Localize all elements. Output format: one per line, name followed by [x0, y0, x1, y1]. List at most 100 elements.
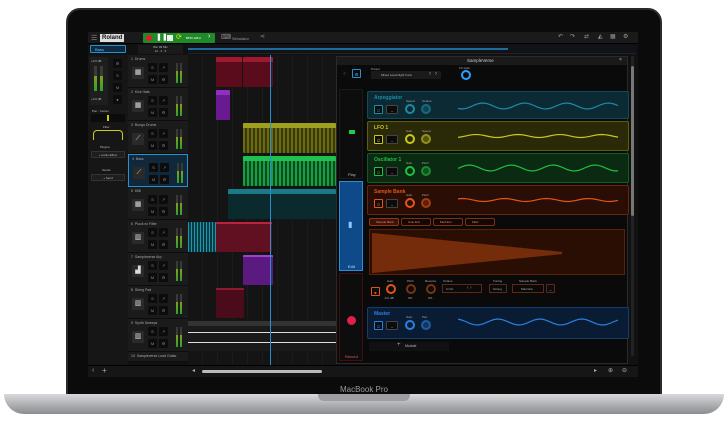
pitch-knob[interactable] [406, 284, 416, 294]
loop-region[interactable] [188, 48, 508, 50]
power-icon[interactable]: ⏻ [374, 199, 383, 208]
octave-stepper[interactable]: 0 Oct ‹ › [442, 284, 482, 293]
metronome-icon[interactable]: ◭ [598, 33, 603, 40]
chevron-down-icon[interactable]: ⌄ [386, 167, 398, 176]
filter-curve[interactable] [93, 130, 123, 140]
solo-button[interactable]: S [148, 195, 157, 204]
automation-icon[interactable]: ↗ [159, 96, 168, 105]
track-header[interactable]: 2 Kick Hats ▦ S ↗ M ⚙ [128, 88, 188, 121]
stop-icon[interactable]: ■ [371, 287, 380, 296]
knob-1[interactable] [405, 320, 415, 330]
sample-waveform[interactable] [369, 229, 625, 275]
knob-1[interactable] [405, 198, 415, 208]
solo-button[interactable]: S [148, 96, 157, 105]
chevron-down-icon[interactable]: ⌄ [386, 321, 398, 330]
settings-icon[interactable]: ⚙ [159, 207, 168, 216]
forward-button[interactable]: › [208, 33, 210, 40]
automation-icon[interactable]: ↗ [159, 327, 168, 336]
track-header[interactable]: 3 Bongo Drums ⟋ S ↗ M ⚙ [128, 121, 188, 154]
mute-button[interactable]: M [113, 83, 122, 92]
add-send-button[interactable]: + Send [91, 174, 125, 181]
menu-icon[interactable]: ☰ [91, 34, 97, 42]
knob-1[interactable] [405, 166, 415, 176]
track-header[interactable]: 9 Synth Sweeps ▥ S ↗ M ⚙ [128, 319, 188, 352]
clip-drums-2[interactable]: Drums 2 [243, 57, 273, 87]
track-header[interactable]: 5 808 ▦ S ↗ M ⚙ [128, 187, 188, 220]
chevron-down-icon[interactable]: ⌄ [386, 105, 398, 114]
stop-button[interactable] [167, 35, 173, 41]
record-tab[interactable]: Record [339, 273, 363, 361]
horizontal-scrollbar[interactable] [202, 370, 322, 373]
edit-tab[interactable]: ▮ Edit [339, 181, 363, 271]
solo-button[interactable]: S [148, 228, 157, 237]
mute-button[interactable]: M [148, 141, 157, 150]
sample-bank-selector[interactable]: Marimba [512, 284, 544, 293]
edit-track-button[interactable]: Bass [90, 45, 126, 53]
pan-slider[interactable] [91, 114, 125, 122]
solo-button[interactable]: S [148, 261, 157, 270]
add-audio-effect-button[interactable]: + Audio Effect [91, 151, 125, 158]
gain-knob[interactable] [386, 284, 396, 294]
mute-button[interactable]: M [148, 273, 157, 282]
close-icon[interactable]: × [619, 57, 622, 63]
automation-icon[interactable]: ↗ [159, 129, 168, 138]
collapse-icon[interactable]: ‹ [92, 367, 94, 374]
power-icon[interactable]: ⏻ [374, 105, 383, 114]
share-icon[interactable]: ⋖ [260, 33, 265, 40]
vertical-scrollbar[interactable] [631, 56, 634, 356]
pause-button[interactable]: ❚❚ [156, 33, 168, 41]
clip-bass[interactable]: Bass [243, 156, 336, 186]
project-name[interactable]: Simulator [232, 36, 249, 41]
clip-bongo-drums[interactable]: Bongo Drums [243, 123, 336, 153]
settings-icon[interactable]: ⚙ [159, 273, 168, 282]
track-header[interactable]: 1 Drums ▦ S ↗ M ⚙ [128, 55, 188, 88]
settings-icon[interactable]: ⚙ [160, 175, 169, 184]
grid-view-icon[interactable]: ⁘ [340, 69, 349, 78]
next-preset-icon[interactable]: › [435, 71, 437, 77]
record-arm-icon[interactable]: ● [113, 95, 122, 104]
plugin-settings-icon[interactable]: ⚙ [352, 69, 361, 78]
track-header[interactable]: 6 Pluck w/ Filter ▥ S ↗ M ⚙ [128, 220, 188, 253]
knob-2[interactable] [421, 104, 431, 114]
clip-arp[interactable] [243, 255, 273, 285]
mute-button[interactable]: M [149, 175, 158, 184]
knob-2[interactable] [421, 320, 431, 330]
tab-filter[interactable]: Filter [465, 218, 495, 226]
mute-button[interactable]: M [148, 240, 157, 249]
tuning-selector[interactable]: Strong [489, 284, 507, 293]
knob-1[interactable] [405, 104, 415, 114]
tab-mod-env[interactable]: Mod Env [433, 218, 463, 226]
tempo-display[interactable]: BPM 128.0 [186, 36, 201, 40]
knob-2[interactable] [421, 134, 431, 144]
solo-button[interactable]: S [148, 327, 157, 336]
chevron-down-icon[interactable]: ⌄ [386, 135, 398, 144]
arrange-area[interactable]: Drums Drums 2 Bongos Bongo Drums Bass De… [188, 55, 336, 365]
clip-kick[interactable]: Bongos [216, 90, 230, 120]
add-module-button[interactable]: + Module [369, 342, 449, 351]
track-header[interactable]: 4 Bass ⟋ S ↗ M ⚙ [128, 154, 188, 187]
settings-icon[interactable]: ⚙ [159, 75, 168, 84]
automation-icon[interactable]: ↗ [159, 195, 168, 204]
power-icon[interactable]: ⏻ [374, 135, 383, 144]
undo-icon[interactable]: ↶ [558, 33, 563, 40]
add-track-icon[interactable]: + [102, 366, 107, 375]
tab-amp-env[interactable]: Amp Env [401, 218, 431, 226]
pointer-icon[interactable]: ▸ [594, 367, 597, 374]
zoom-out-icon[interactable]: ⊖ [622, 367, 627, 374]
automation-icon[interactable]: ↗ [160, 163, 169, 172]
prev-preset-icon[interactable]: ‹ [429, 71, 431, 77]
track-header[interactable]: 7 Sampleverse Arp ▟ S ↗ M ⚙ [128, 253, 188, 286]
track-header[interactable]: 10 Sampleverse Lead Guitar [128, 352, 188, 362]
mute-button[interactable]: M [148, 108, 157, 117]
settings-icon[interactable]: ⚙ [113, 59, 122, 68]
solo-button[interactable]: S [148, 294, 157, 303]
clip-synth-sweeps[interactable]: Synth Dark Synth [188, 321, 336, 351]
settings-icon[interactable]: ⚙ [159, 141, 168, 150]
knob-1[interactable] [405, 134, 415, 144]
grid-icon[interactable]: ▦ [610, 33, 616, 40]
mute-button[interactable]: M [148, 75, 157, 84]
play-tab[interactable]: Play [339, 89, 363, 179]
power-icon[interactable]: ⏻ [374, 167, 383, 176]
power-icon[interactable]: ⏻ [374, 321, 383, 330]
settings-icon[interactable]: ⚙ [623, 33, 628, 40]
